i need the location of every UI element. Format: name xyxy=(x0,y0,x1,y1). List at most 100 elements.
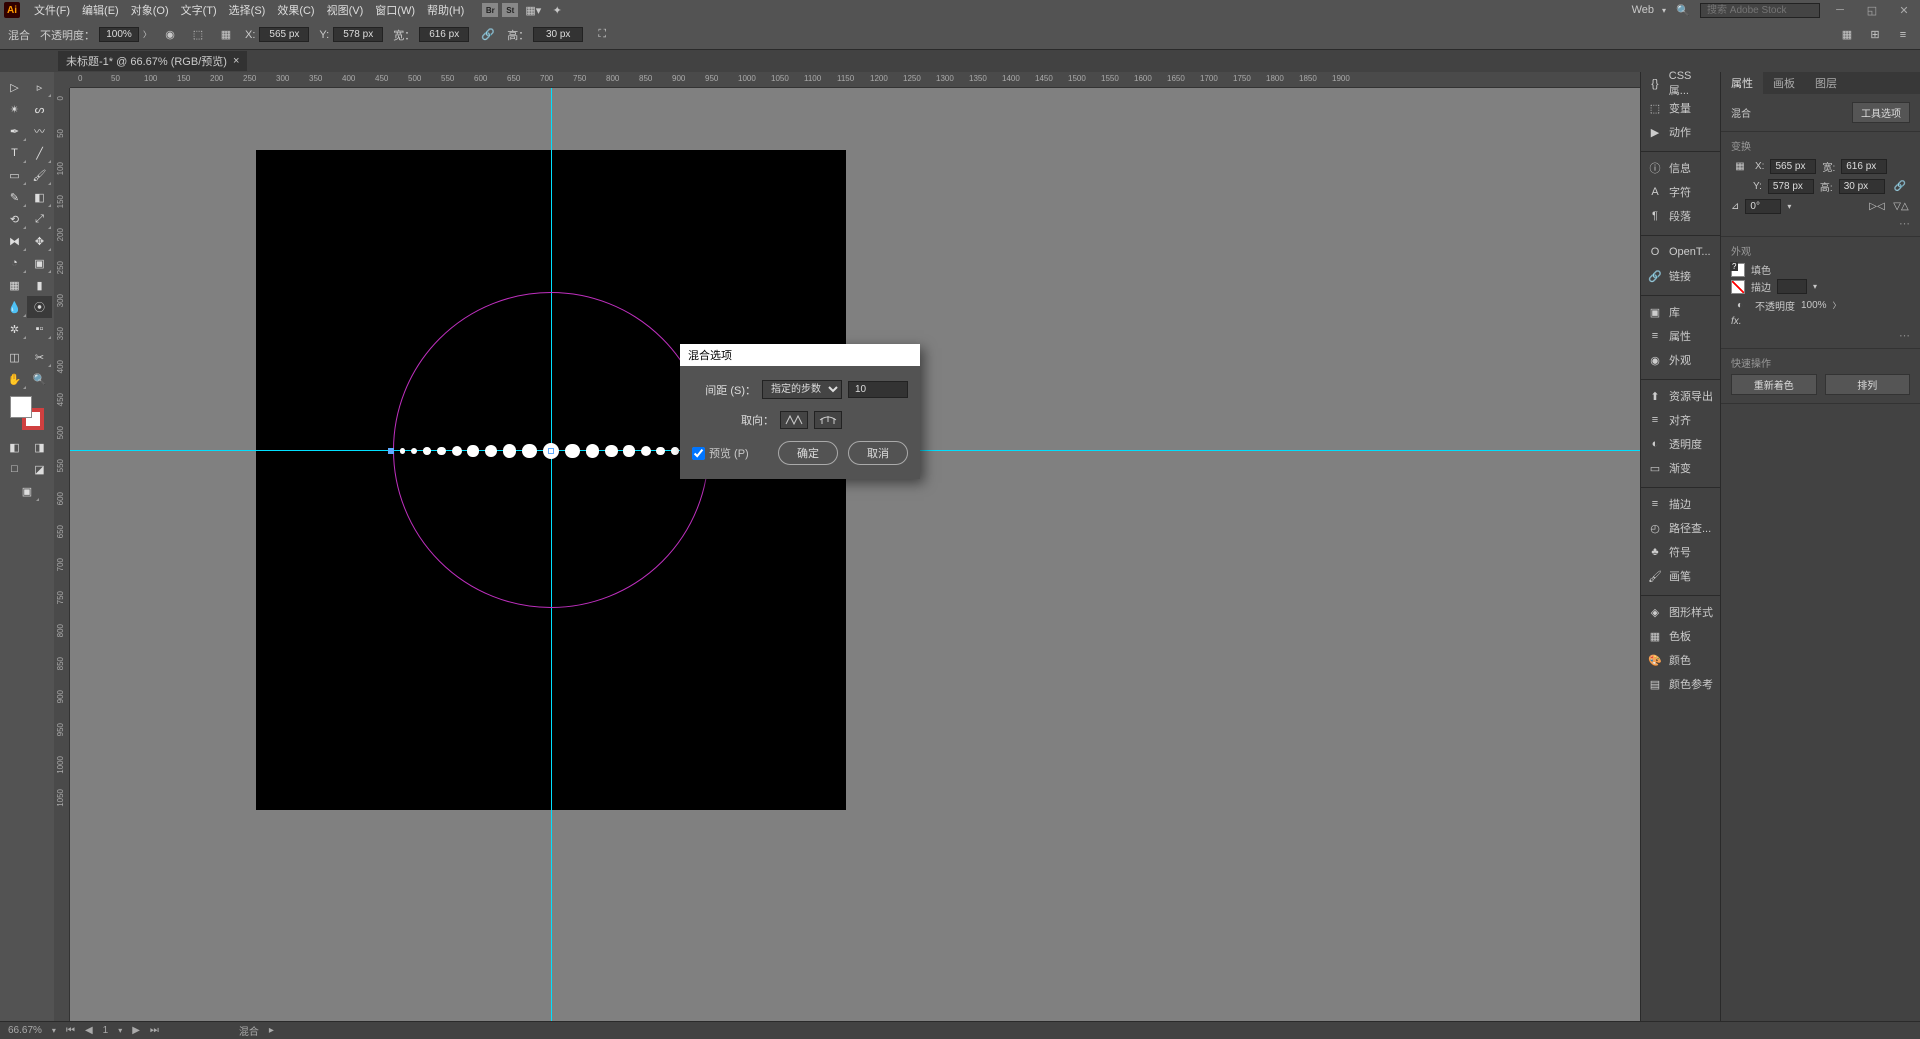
ruler-vertical[interactable]: 0501001502002503003504004505005506006507… xyxy=(54,88,70,1021)
panel-item-6[interactable]: OOpenT... xyxy=(1641,240,1720,264)
panel-item-9[interactable]: ≡属性 xyxy=(1641,324,1720,348)
artboard-tool[interactable]: ◫ xyxy=(2,346,27,368)
shape-builder-tool[interactable]: ◔ xyxy=(2,252,27,274)
panel-item-21[interactable]: 🎨颜色 xyxy=(1641,648,1720,672)
reference-point-icon[interactable]: ▦ xyxy=(1731,157,1749,175)
panel-item-0[interactable]: {}CSS 属... xyxy=(1641,72,1720,96)
mesh-tool[interactable]: ▦ xyxy=(2,274,27,296)
menu-help[interactable]: 帮助(H) xyxy=(421,0,470,20)
panel-item-3[interactable]: ⓘ信息 xyxy=(1641,156,1720,180)
flip-h-icon[interactable]: ▷◁ xyxy=(1868,197,1886,215)
gradient-tool[interactable]: ▮ xyxy=(27,274,52,296)
screen-mode-icon[interactable]: ▣ xyxy=(15,480,40,502)
nav-next-icon[interactable]: ▶ xyxy=(132,1025,140,1036)
search-icon[interactable]: 🔍 xyxy=(1674,1,1692,19)
panel-item-13[interactable]: ◐透明度 xyxy=(1641,432,1720,456)
menu-window[interactable]: 窗口(W) xyxy=(369,0,421,20)
panel-item-18[interactable]: 🖌画笔 xyxy=(1641,564,1720,588)
workspace-switcher[interactable]: Web xyxy=(1632,4,1654,16)
menu-object[interactable]: 对象(O) xyxy=(125,0,175,20)
preview-checkbox[interactable] xyxy=(692,447,705,460)
style-icon[interactable]: ◉ xyxy=(161,26,179,44)
fill-swatch[interactable] xyxy=(10,396,32,418)
opacity-dropdown-icon[interactable]: 〉 xyxy=(143,29,151,40)
menu-type[interactable]: 文字(T) xyxy=(175,0,223,20)
pen-tool[interactable]: ✒ xyxy=(2,120,27,142)
search-input[interactable] xyxy=(1700,3,1820,18)
maximize-button[interactable]: ◱ xyxy=(1860,2,1884,18)
panel-item-20[interactable]: ▦色板 xyxy=(1641,624,1720,648)
snap-icon[interactable]: ⊞ xyxy=(1866,26,1884,44)
transform-ref-icon[interactable]: ▦ xyxy=(217,26,235,44)
tab-artboards[interactable]: 画板 xyxy=(1763,72,1805,94)
rectangle-tool[interactable]: ▭ xyxy=(2,164,27,186)
y-input[interactable] xyxy=(333,27,383,42)
selection-tool[interactable]: ▷ xyxy=(2,76,27,98)
canvas[interactable] xyxy=(70,88,1640,1021)
nav-last-icon[interactable]: ⏭ xyxy=(150,1025,159,1036)
direct-selection-tool[interactable]: ▹ xyxy=(27,76,52,98)
grid-icon[interactable]: ▦ xyxy=(1838,26,1856,44)
menu-file[interactable]: 文件(F) xyxy=(28,0,76,20)
w-input[interactable] xyxy=(419,27,469,42)
prop-x-input[interactable] xyxy=(1770,159,1816,174)
arrange-docs-icon[interactable]: ▦▾ xyxy=(524,1,542,19)
panel-item-17[interactable]: ♣符号 xyxy=(1641,540,1720,564)
link-wh-icon[interactable]: 🔗 xyxy=(479,26,497,44)
prop-h-input[interactable] xyxy=(1839,179,1885,194)
draw-mode-behind[interactable]: ◪ xyxy=(27,458,52,480)
status-dropdown-icon[interactable]: ▸ xyxy=(269,1025,274,1036)
perspective-grid-tool[interactable]: ▣ xyxy=(27,252,52,274)
recolor-button[interactable]: 重新着色 xyxy=(1731,374,1817,395)
panel-item-8[interactable]: ▣库 xyxy=(1641,300,1720,324)
curvature-tool[interactable]: 〰 xyxy=(27,120,52,142)
orient-path-button[interactable] xyxy=(814,411,842,429)
tool-options-button[interactable]: 工具选项 xyxy=(1852,102,1910,123)
fill-swatch-prop[interactable]: ? xyxy=(1731,263,1745,277)
tab-properties[interactable]: 属性 xyxy=(1721,72,1763,94)
spacing-value-input[interactable] xyxy=(848,381,908,398)
free-transform-tool[interactable]: ✥ xyxy=(27,230,52,252)
x-input[interactable] xyxy=(259,27,309,42)
paintbrush-tool[interactable]: 🖌 xyxy=(27,164,52,186)
draw-mode-normal[interactable]: □ xyxy=(2,458,27,480)
type-tool[interactable]: T xyxy=(2,142,27,164)
line-tool[interactable]: ╱ xyxy=(27,142,52,164)
eraser-tool[interactable]: ◧ xyxy=(27,186,52,208)
width-tool[interactable]: ⧓ xyxy=(2,230,27,252)
arrange-button[interactable]: 排列 xyxy=(1825,374,1911,395)
panel-item-11[interactable]: ⬆资源导出 xyxy=(1641,384,1720,408)
panel-menu-icon[interactable]: ≡ xyxy=(1894,26,1912,44)
panel-item-7[interactable]: 🔗链接 xyxy=(1641,264,1720,288)
constrain-icon[interactable]: ⛶ xyxy=(593,26,611,44)
panel-item-12[interactable]: ≡对齐 xyxy=(1641,408,1720,432)
minimize-button[interactable]: ─ xyxy=(1828,2,1852,18)
document-tab[interactable]: 未标题-1* @ 66.67% (RGB/预览) × xyxy=(58,51,247,71)
stock-icon[interactable]: St xyxy=(502,3,518,17)
eyedropper-tool[interactable]: 💧 xyxy=(2,296,27,318)
selection-handle[interactable] xyxy=(548,448,554,454)
panel-item-16[interactable]: ◴路径查... xyxy=(1641,516,1720,540)
panel-item-4[interactable]: A字符 xyxy=(1641,180,1720,204)
panel-item-14[interactable]: ▭渐变 xyxy=(1641,456,1720,480)
spacing-mode-select[interactable]: 指定的步数 xyxy=(762,380,842,399)
prop-angle-input[interactable] xyxy=(1745,199,1781,214)
tab-close-icon[interactable]: × xyxy=(233,55,239,67)
lasso-tool[interactable]: ᔕ xyxy=(27,98,52,120)
prop-w-input[interactable] xyxy=(1841,159,1887,174)
menu-select[interactable]: 选择(S) xyxy=(223,0,272,20)
menu-view[interactable]: 视图(V) xyxy=(321,0,370,20)
close-button[interactable]: ✕ xyxy=(1892,2,1916,18)
opacity-value[interactable]: 100% xyxy=(99,27,139,42)
symbol-sprayer-tool[interactable]: ✲ xyxy=(2,318,27,340)
panel-item-15[interactable]: ≡描边 xyxy=(1641,492,1720,516)
nav-prev-icon[interactable]: ◀ xyxy=(85,1025,93,1036)
stroke-swatch-prop[interactable] xyxy=(1731,280,1745,294)
panel-item-5[interactable]: ¶段落 xyxy=(1641,204,1720,228)
hand-tool[interactable]: ✋ xyxy=(2,368,27,390)
panel-item-19[interactable]: ◈图形样式 xyxy=(1641,600,1720,624)
tab-layers[interactable]: 图层 xyxy=(1805,72,1847,94)
artboard-num[interactable]: 1 xyxy=(103,1025,109,1036)
shaper-tool[interactable]: ✎ xyxy=(2,186,27,208)
h-input[interactable] xyxy=(533,27,583,42)
